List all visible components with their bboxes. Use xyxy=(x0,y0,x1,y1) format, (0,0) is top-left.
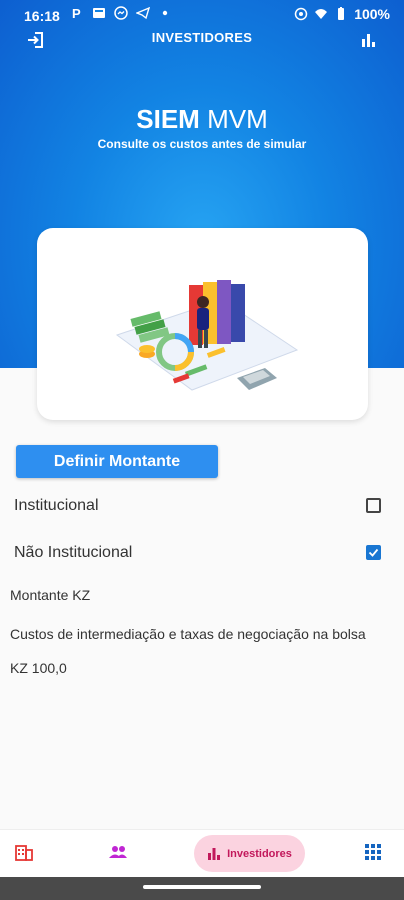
nav-investors-tab[interactable]: Investidores xyxy=(194,835,305,872)
costs-label: Custos de intermediação e taxas de negoc… xyxy=(10,626,366,642)
checkbox-institutional[interactable] xyxy=(366,498,381,513)
check-icon xyxy=(368,548,379,557)
page-title: INVESTIDORES xyxy=(151,30,253,45)
brand-name: SIEM MVM xyxy=(0,104,404,135)
bar-chart-icon xyxy=(208,847,221,860)
define-amount-button[interactable]: Definir Montante xyxy=(16,445,218,478)
nav-people-icon[interactable] xyxy=(108,842,128,862)
nav-grid-icon[interactable] xyxy=(363,842,383,862)
gesture-bar xyxy=(0,877,404,900)
option-institutional-label: Institucional xyxy=(14,497,99,514)
finance-illustration xyxy=(115,280,299,391)
svg-text:P: P xyxy=(72,6,81,20)
illustration-card xyxy=(37,228,368,420)
messenger-icon xyxy=(114,6,128,20)
amount-label: Montante KZ xyxy=(10,587,91,603)
brand-name-bold: SIEM xyxy=(136,104,200,134)
bar-chart-icon[interactable] xyxy=(360,32,376,48)
option-non-institutional-label: Não Institucional xyxy=(14,544,133,561)
costs-value: KZ 100,0 xyxy=(10,660,67,676)
status-bar: 16:18 P 100% xyxy=(0,0,404,30)
brand-subtitle: Consulte os custos antes de simular xyxy=(97,137,307,151)
checkbox-non-institutional[interactable] xyxy=(366,545,381,560)
battery-level: 100% xyxy=(354,6,390,22)
system-icons: 100% xyxy=(294,6,390,22)
brand-block: SIEM MVM Consulte os custos antes de sim… xyxy=(0,104,404,151)
nav-investors-label: Investidores xyxy=(227,847,292,860)
home-indicator[interactable] xyxy=(143,885,261,889)
news-icon xyxy=(93,8,105,18)
telegram-icon xyxy=(136,6,150,20)
bottom-navigation: Investidores xyxy=(0,829,404,878)
eye-comfort-icon xyxy=(294,7,308,21)
nav-building-icon[interactable] xyxy=(14,842,34,862)
app-bar: INVESTIDORES xyxy=(0,30,404,52)
brand-name-light: MVM xyxy=(207,104,268,134)
battery-icon xyxy=(338,7,345,20)
status-time: 16:18 xyxy=(24,8,60,24)
dot-icon xyxy=(162,10,168,16)
parking-icon: P xyxy=(72,6,81,20)
wifi-icon xyxy=(315,9,328,19)
notification-icons: P xyxy=(70,6,172,20)
